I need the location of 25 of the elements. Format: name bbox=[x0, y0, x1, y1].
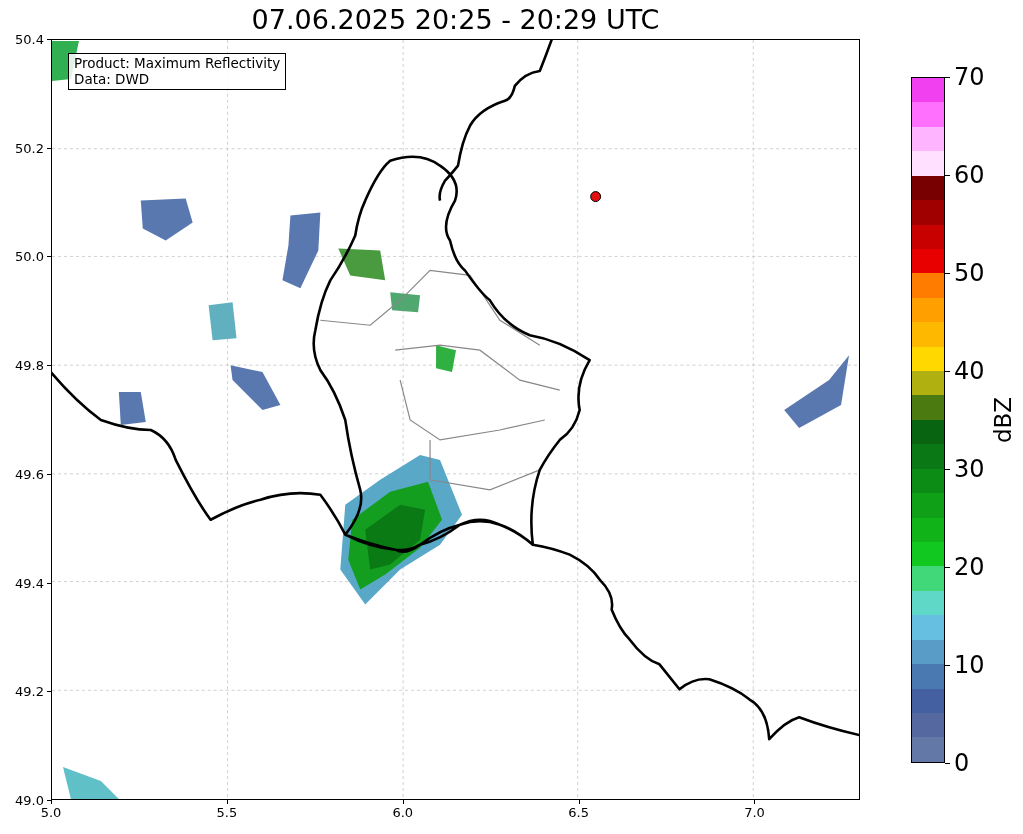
x-tick-label: 6.5 bbox=[568, 805, 589, 820]
color-bar-tick-label: 70 bbox=[954, 63, 985, 91]
color-bar-tick-label: 0 bbox=[954, 749, 970, 777]
y-tick-label: 50.2 bbox=[15, 140, 44, 156]
y-tick-label: 49.0 bbox=[15, 792, 44, 808]
x-tick-label: 5.0 bbox=[40, 805, 62, 820]
legend-text: Product: Maximum Reflectivity bbox=[74, 55, 281, 71]
color-bar-tick-label: 50 bbox=[954, 259, 985, 287]
y-tick-label: 49.4 bbox=[15, 575, 44, 591]
x-tick-label: 6.0 bbox=[392, 805, 414, 820]
y-tick-label: 49.2 bbox=[15, 683, 44, 699]
color-bar-tick-label: 40 bbox=[954, 357, 985, 385]
color-bar-tick-label: 10 bbox=[954, 651, 985, 679]
y-tick-label: 50.4 bbox=[15, 31, 44, 47]
x-tick-label: 5.5 bbox=[216, 805, 238, 820]
color-bar-tick-label: 60 bbox=[954, 161, 985, 189]
color-bar-tick-label: 30 bbox=[954, 455, 985, 483]
y-tick-label: 49.8 bbox=[15, 357, 44, 373]
color-bar-label: dBZ bbox=[990, 396, 1016, 444]
color-bar-tick-label: 20 bbox=[954, 553, 985, 581]
chart-title: 07.06.2025 20:25 - 20:29 UTC bbox=[250, 4, 661, 35]
y-tick-label: 49.6 bbox=[15, 466, 44, 482]
x-tick-label: 7.0 bbox=[744, 805, 765, 820]
y-tick-label: 50.0 bbox=[15, 248, 44, 264]
legend-text: Data: DWD bbox=[74, 71, 151, 87]
